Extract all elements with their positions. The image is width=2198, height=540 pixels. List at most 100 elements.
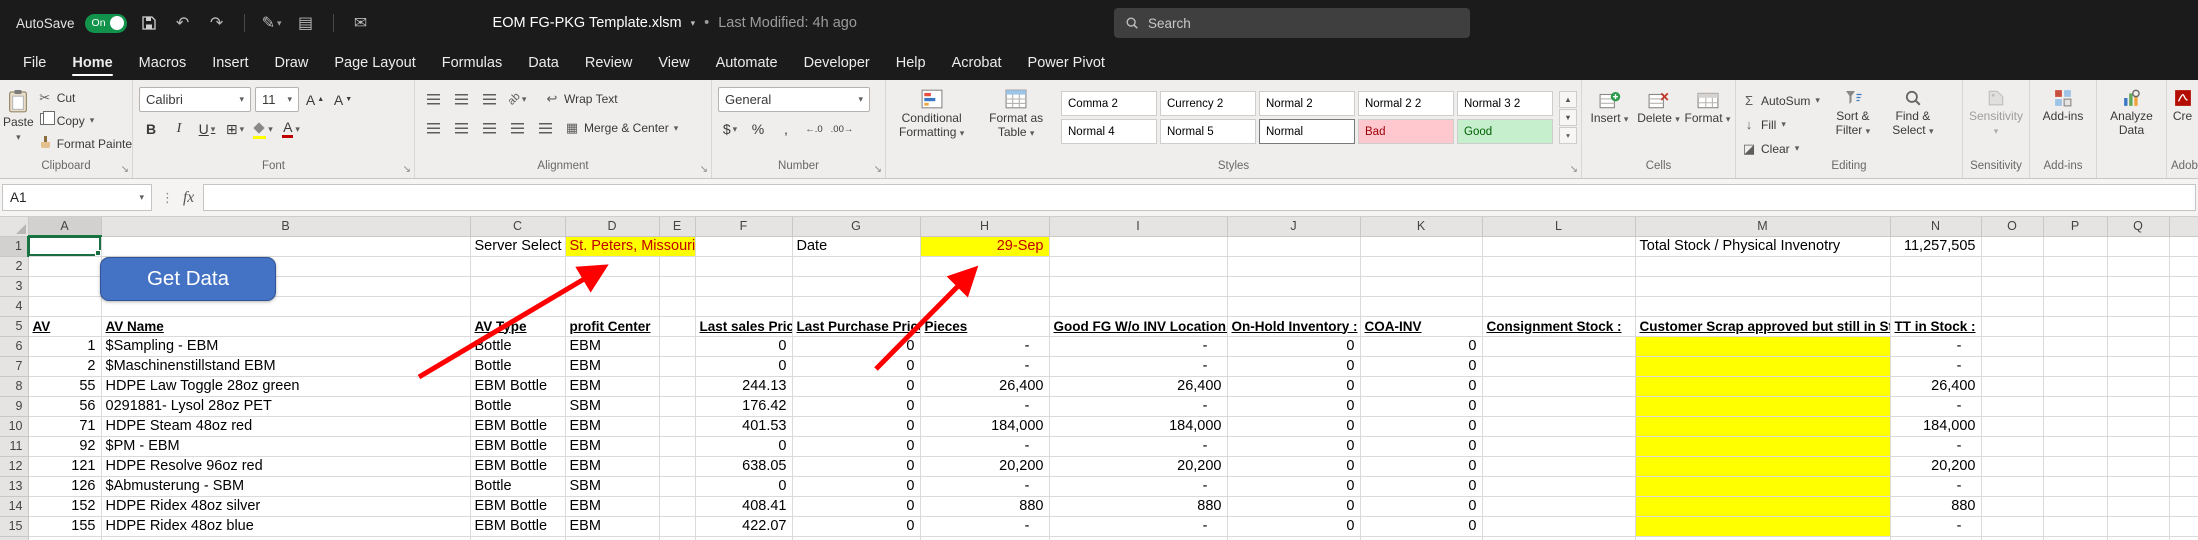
cell-M2[interactable]: [1635, 256, 1890, 276]
cell-P9[interactable]: [2043, 396, 2107, 416]
conditional-formatting-button[interactable]: Conditional Formatting ▾: [889, 84, 974, 140]
cell-A11[interactable]: 92: [28, 436, 101, 456]
cell-P16[interactable]: [2043, 536, 2107, 540]
column-header-A[interactable]: A: [28, 217, 101, 236]
cell-Q2[interactable]: [2107, 256, 2169, 276]
cell-D6[interactable]: EBM: [565, 336, 659, 356]
cell-L7[interactable]: [1482, 356, 1635, 376]
cell-B8[interactable]: HDPE Law Toggle 28oz green: [101, 376, 470, 396]
cut-button[interactable]: ✂Cut: [34, 86, 133, 109]
column-header-H[interactable]: H: [920, 217, 1049, 236]
cell-L16[interactable]: [1482, 536, 1635, 540]
cell-E13[interactable]: [659, 476, 695, 496]
cell-C16[interactable]: [470, 536, 565, 540]
undo-icon[interactable]: ↶: [171, 13, 195, 33]
cell-F6[interactable]: 0: [695, 336, 792, 356]
cell-F2[interactable]: [695, 256, 792, 276]
cell-K8[interactable]: 0: [1360, 376, 1482, 396]
cell-G8[interactable]: 0: [792, 376, 920, 396]
cell-N11[interactable]: -: [1890, 436, 1981, 456]
cell-O9[interactable]: [1981, 396, 2043, 416]
cell-style-normal-4[interactable]: Normal 4: [1061, 119, 1157, 144]
cell-B10[interactable]: HDPE Steam 48oz red: [101, 416, 470, 436]
menu-tab-view[interactable]: View: [645, 49, 702, 80]
cell-J13[interactable]: 0: [1227, 476, 1360, 496]
cell-H16[interactable]: [920, 536, 1049, 540]
cell-style-bad[interactable]: Bad: [1358, 119, 1454, 144]
gallery-down-button[interactable]: ▼: [1559, 109, 1577, 126]
cell-P8[interactable]: [2043, 376, 2107, 396]
column-header-B[interactable]: B: [101, 217, 470, 236]
cell-B11[interactable]: $PM - EBM: [101, 436, 470, 456]
row-header-5[interactable]: 5: [0, 316, 28, 336]
cell-clipped-3[interactable]: [2169, 276, 2198, 296]
cell-J2[interactable]: [1227, 256, 1360, 276]
accounting-format-button[interactable]: $▾: [718, 117, 742, 141]
create-pdf-button[interactable]: Cre: [2170, 84, 2195, 124]
cell-I16[interactable]: [1049, 536, 1227, 540]
styles-dialog-launcher-icon[interactable]: ↘: [1570, 165, 1578, 175]
paste-button[interactable]: Paste▾: [3, 84, 34, 144]
cell-M1[interactable]: Total Stock / Physical Invenotry: [1635, 236, 1890, 256]
cell-B12[interactable]: HDPE Resolve 96oz red: [101, 456, 470, 476]
cell-clipped-9[interactable]: [2169, 396, 2198, 416]
cell-L11[interactable]: [1482, 436, 1635, 456]
cell-I2[interactable]: [1049, 256, 1227, 276]
cell-E14[interactable]: [659, 496, 695, 516]
alignment-dialog-launcher-icon[interactable]: ↘: [700, 165, 708, 175]
cell-K9[interactable]: 0: [1360, 396, 1482, 416]
copy-button[interactable]: Copy▾: [34, 109, 133, 132]
cell-A16[interactable]: [28, 536, 101, 540]
align-middle-button[interactable]: [449, 87, 473, 111]
row-header-12[interactable]: 12: [0, 456, 28, 476]
cell-H11[interactable]: -: [920, 436, 1049, 456]
select-all-corner[interactable]: [0, 217, 28, 236]
cell-M8[interactable]: [1635, 376, 1890, 396]
cell-A9[interactable]: 56: [28, 396, 101, 416]
row-header-7[interactable]: 7: [0, 356, 28, 376]
increase-font-size-button[interactable]: A▲: [303, 88, 327, 112]
cell-K6[interactable]: 0: [1360, 336, 1482, 356]
cell-G6[interactable]: 0: [792, 336, 920, 356]
align-top-button[interactable]: [421, 87, 445, 111]
row-header-6[interactable]: 6: [0, 336, 28, 356]
cell-G7[interactable]: 0: [792, 356, 920, 376]
cell-Q7[interactable]: [2107, 356, 2169, 376]
cell-N12[interactable]: 20,200: [1890, 456, 1981, 476]
cell-K13[interactable]: 0: [1360, 476, 1482, 496]
cell-I4[interactable]: [1049, 296, 1227, 316]
cell-Q3[interactable]: [2107, 276, 2169, 296]
find-select-button[interactable]: Find & Select ▾: [1883, 84, 1943, 138]
cell-clipped-4[interactable]: [2169, 296, 2198, 316]
cell-C9[interactable]: Bottle: [470, 396, 565, 416]
get-data-button[interactable]: Get Data: [100, 257, 276, 301]
cell-N16[interactable]: [1890, 536, 1981, 540]
cell-A13[interactable]: 126: [28, 476, 101, 496]
formula-bar-handle-icon[interactable]: ⋮: [161, 190, 174, 206]
cell-E5[interactable]: [659, 316, 695, 336]
cell-D7[interactable]: EBM: [565, 356, 659, 376]
font-color-button[interactable]: A▾: [279, 117, 303, 141]
column-header-D[interactable]: D: [565, 217, 659, 236]
cell-D9[interactable]: SBM: [565, 396, 659, 416]
cell-Q10[interactable]: [2107, 416, 2169, 436]
cell-B5[interactable]: AV Name: [101, 316, 470, 336]
cell-L12[interactable]: [1482, 456, 1635, 476]
cell-A5[interactable]: AV: [28, 316, 101, 336]
row-header-16[interactable]: 16: [0, 536, 28, 540]
cell-N2[interactable]: [1890, 256, 1981, 276]
cell-E2[interactable]: [659, 256, 695, 276]
column-header-clipped[interactable]: [2169, 217, 2198, 236]
align-center-button[interactable]: [449, 116, 473, 140]
cell-G1[interactable]: Date: [792, 236, 920, 256]
cell-H9[interactable]: -: [920, 396, 1049, 416]
sensitivity-button[interactable]: Sensitivity ▾: [1966, 84, 2026, 138]
cell-M3[interactable]: [1635, 276, 1890, 296]
cell-B1[interactable]: [101, 236, 470, 256]
menu-tab-draw[interactable]: Draw: [261, 49, 321, 80]
cell-A3[interactable]: [28, 276, 101, 296]
cell-J6[interactable]: 0: [1227, 336, 1360, 356]
cell-K1[interactable]: [1360, 236, 1482, 256]
fill-color-button[interactable]: ▾: [251, 117, 275, 141]
cell-J8[interactable]: 0: [1227, 376, 1360, 396]
